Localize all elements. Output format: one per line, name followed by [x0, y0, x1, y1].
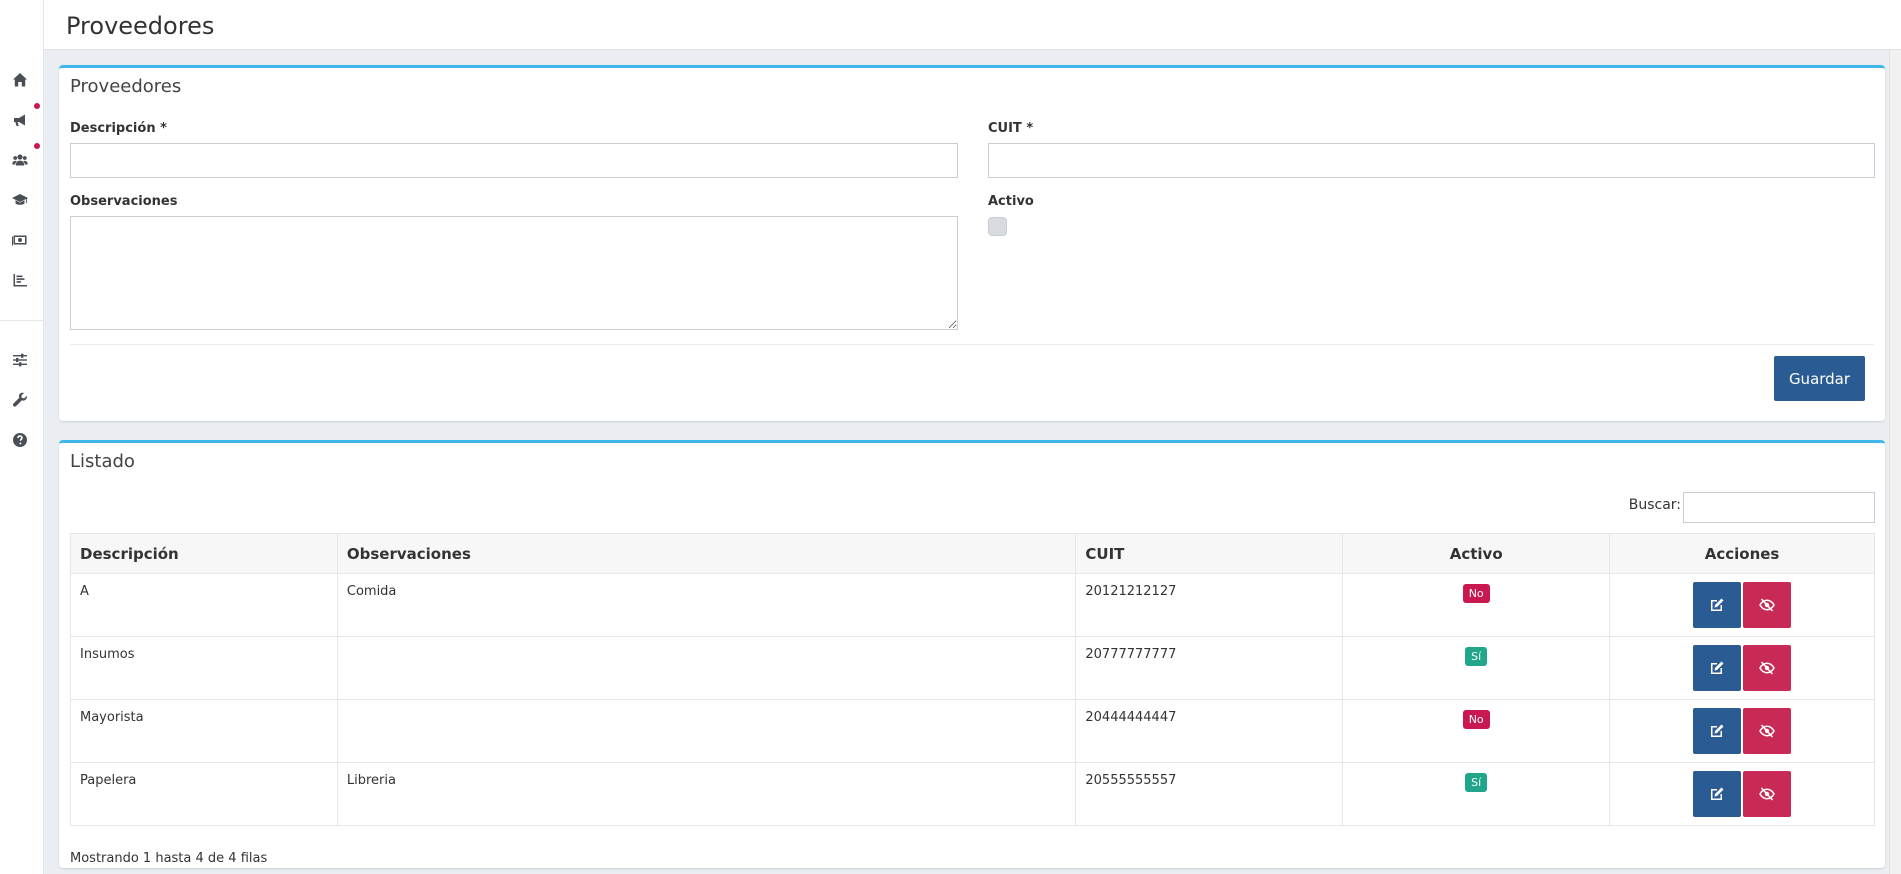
- cell-activo: No: [1342, 573, 1611, 637]
- edit-icon: [1711, 598, 1724, 611]
- proveedor-form-card: Proveedores Descripción * CUIT * Observa…: [59, 65, 1885, 421]
- cell-cuit: 20777777777: [1075, 636, 1344, 700]
- observaciones-textarea[interactable]: [70, 216, 958, 330]
- cell-activo: No: [1342, 699, 1611, 763]
- edit-button[interactable]: [1693, 645, 1742, 691]
- eye-slash-icon: [1759, 787, 1775, 801]
- notification-dot: [34, 143, 40, 149]
- activo-label: Activo: [988, 194, 1034, 209]
- hide-button[interactable]: [1743, 582, 1792, 628]
- sidebar: [0, 0, 44, 874]
- search-input[interactable]: [1683, 492, 1875, 523]
- cell-descripcion: Papelera: [70, 762, 338, 826]
- column-header-acciones: Acciones: [1609, 533, 1875, 574]
- eye-slash-icon: [1759, 598, 1775, 612]
- top-bar: Proveedores: [44, 0, 1901, 50]
- descripcion-label: Descripción *: [70, 121, 167, 136]
- cell-observaciones: [336, 636, 1077, 700]
- cell-observaciones: [336, 699, 1077, 763]
- status-badge: Sí: [1465, 647, 1488, 666]
- table-row: Papelera Libreria 20555555557 Sí: [70, 762, 1875, 826]
- proveedores-table: Descripción Observaciones CUIT Activo Ac…: [70, 533, 1875, 826]
- cell-observaciones: Libreria: [336, 762, 1077, 826]
- sidebar-divider: [0, 320, 44, 321]
- cell-acciones: [1609, 573, 1875, 637]
- chart-icon[interactable]: [10, 270, 30, 290]
- help-icon[interactable]: [10, 430, 30, 450]
- page-title: Proveedores: [66, 12, 215, 40]
- eye-slash-icon: [1759, 661, 1775, 675]
- save-button[interactable]: Guardar: [1774, 356, 1865, 401]
- cell-cuit: 20444444447: [1075, 699, 1344, 763]
- observaciones-label: Observaciones: [70, 194, 178, 209]
- cell-acciones: [1609, 636, 1875, 700]
- table-header-row: Descripción Observaciones CUIT Activo Ac…: [70, 533, 1875, 574]
- listado-card: Listado Buscar: Descripción Observacione…: [59, 440, 1885, 868]
- users-icon[interactable]: [10, 150, 30, 170]
- edit-button[interactable]: [1693, 708, 1742, 754]
- cuit-input[interactable]: [988, 143, 1875, 178]
- cell-cuit: 20121212127: [1075, 573, 1344, 637]
- status-badge: Sí: [1465, 773, 1488, 792]
- eye-slash-icon: [1759, 724, 1775, 738]
- descripcion-input[interactable]: [70, 143, 958, 178]
- status-badge: No: [1462, 584, 1490, 603]
- column-header-cuit[interactable]: CUIT: [1075, 533, 1344, 574]
- edit-button[interactable]: [1693, 582, 1742, 628]
- cell-observaciones: Comida: [336, 573, 1077, 637]
- table-row: Mayorista 20444444447 No: [70, 699, 1875, 763]
- cell-descripcion: Mayorista: [70, 699, 338, 763]
- activo-checkbox[interactable]: [988, 217, 1007, 236]
- search-label: Buscar:: [1628, 497, 1681, 513]
- table-info: Mostrando 1 hasta 4 de 4 filas: [70, 851, 268, 866]
- form-divider: [70, 344, 1874, 345]
- edit-icon: [1711, 787, 1724, 800]
- table-row: Insumos 20777777777 Sí: [70, 636, 1875, 700]
- megaphone-icon[interactable]: [10, 110, 30, 130]
- edit-button[interactable]: [1693, 771, 1742, 817]
- home-icon[interactable]: [10, 70, 30, 90]
- edit-icon: [1711, 724, 1724, 737]
- money-icon[interactable]: [10, 230, 30, 250]
- hide-button[interactable]: [1743, 645, 1792, 691]
- cuit-label: CUIT *: [988, 121, 1034, 136]
- cell-activo: Sí: [1342, 636, 1611, 700]
- cell-acciones: [1609, 699, 1875, 763]
- cell-descripcion: Insumos: [70, 636, 338, 700]
- form-card-title: Proveedores: [70, 76, 182, 97]
- status-badge: No: [1462, 710, 1490, 729]
- cell-activo: Sí: [1342, 762, 1611, 826]
- graduation-cap-icon[interactable]: [10, 190, 30, 210]
- cell-cuit: 20555555557: [1075, 762, 1344, 826]
- hide-button[interactable]: [1743, 708, 1792, 754]
- edit-icon: [1711, 661, 1724, 674]
- cell-descripcion: A: [70, 573, 338, 637]
- table-row: A Comida 20121212127 No: [70, 573, 1875, 637]
- wrench-icon[interactable]: [10, 390, 30, 410]
- cell-acciones: [1609, 762, 1875, 826]
- list-card-title: Listado: [70, 451, 135, 472]
- column-header-descripcion[interactable]: Descripción: [70, 533, 338, 574]
- column-header-activo[interactable]: Activo: [1342, 533, 1611, 574]
- column-header-observaciones[interactable]: Observaciones: [336, 533, 1077, 574]
- scrollbar[interactable]: [1889, 50, 1901, 874]
- sliders-icon[interactable]: [10, 350, 30, 370]
- hide-button[interactable]: [1743, 771, 1792, 817]
- notification-dot: [34, 103, 40, 109]
